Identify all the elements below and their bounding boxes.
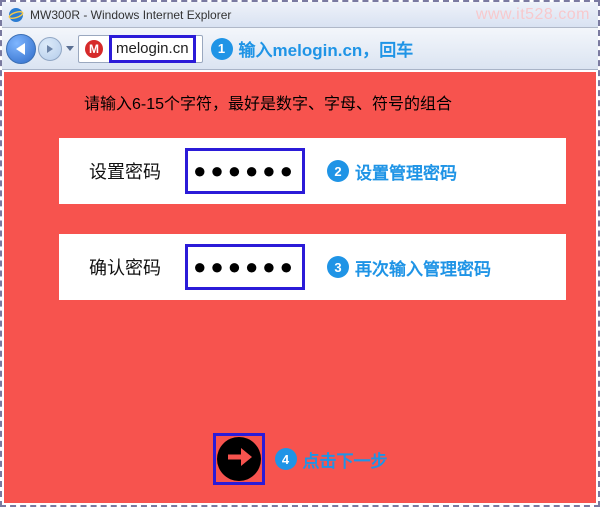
browser-toolbar: M melogin.cn 1 输入melogin.cn，回车 (2, 28, 598, 70)
annotation-step-3: 3 再次输入管理密码 (327, 255, 491, 280)
back-button[interactable] (6, 34, 36, 64)
confirm-password-input[interactable]: ●●●●●● (193, 254, 297, 280)
confirm-password-label: 确认密码 (89, 254, 179, 280)
watermark-text: www.it528.com (476, 6, 590, 24)
arrow-right-icon (47, 45, 53, 53)
chevron-down-icon (66, 46, 74, 51)
step-text: 点击下一步 (303, 447, 388, 472)
history-dropdown[interactable] (65, 40, 74, 58)
step-text: 再次输入管理密码 (355, 255, 491, 280)
instruction-text: 请输入6-15个字符，最好是数字、字母、符号的组合 (4, 72, 596, 124)
confirm-password-highlight-box: ●●●●●● (185, 244, 305, 290)
annotation-step-4: 4 点击下一步 (275, 447, 388, 472)
set-password-input[interactable]: ●●●●●● (193, 158, 297, 184)
next-button-area: 4 点击下一步 (4, 433, 596, 485)
set-password-row: 设置密码 ●●●●●● 2 设置管理密码 (59, 138, 566, 204)
annotation-step-1: 1 输入melogin.cn，回车 (211, 36, 414, 61)
url-highlight-box: melogin.cn (109, 35, 196, 63)
site-favicon-icon: M (85, 40, 103, 58)
arrow-right-icon (226, 447, 252, 472)
annotation-step-2: 2 设置管理密码 (327, 159, 457, 184)
confirm-password-row: 确认密码 ●●●●●● 3 再次输入管理密码 (59, 234, 566, 300)
forward-button[interactable] (38, 37, 62, 61)
ie-logo-icon (8, 7, 24, 23)
set-password-highlight-box: ●●●●●● (185, 148, 305, 194)
step-text: 输入melogin.cn，回车 (239, 36, 414, 61)
next-button[interactable] (217, 437, 261, 481)
step-number-badge: 4 (275, 448, 297, 470)
step-number-badge: 1 (211, 38, 233, 60)
url-text[interactable]: melogin.cn (116, 40, 189, 57)
window-title: MW300R - Windows Internet Explorer (30, 8, 231, 22)
next-button-highlight-box (213, 433, 265, 485)
router-setup-page: 请输入6-15个字符，最好是数字、字母、符号的组合 设置密码 ●●●●●● 2 … (4, 72, 596, 503)
step-number-badge: 3 (327, 256, 349, 278)
step-text: 设置管理密码 (355, 159, 457, 184)
arrow-left-icon (16, 43, 25, 55)
address-bar[interactable]: M melogin.cn (78, 35, 203, 63)
set-password-label: 设置密码 (89, 158, 179, 184)
step-number-badge: 2 (327, 160, 349, 182)
